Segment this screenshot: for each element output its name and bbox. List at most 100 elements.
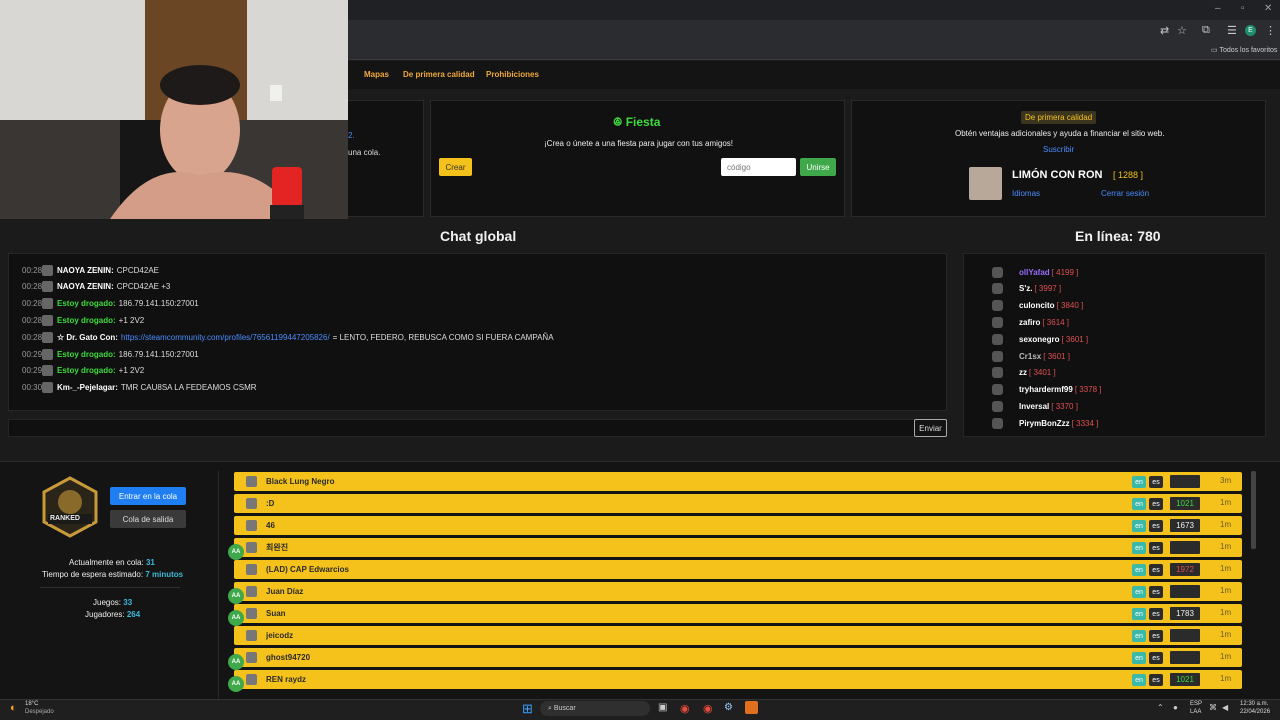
party-code-input[interactable]	[721, 158, 796, 176]
chat-username[interactable]: Estoy drogado:	[57, 299, 116, 308]
queue-player-name[interactable]: :D	[266, 499, 1242, 508]
extensions-icon[interactable]: ⧉	[1202, 24, 1210, 37]
online-user-name[interactable]: zz	[1019, 368, 1027, 377]
queue-player-name[interactable]: ghost94720	[266, 653, 1242, 662]
chat-username[interactable]: Km-_-Pejelagar:	[57, 383, 118, 392]
queue-player-name[interactable]: 46	[266, 521, 1242, 530]
profile-avatar[interactable]: E	[1245, 25, 1256, 36]
lang-bottom[interactable]: LAA	[1190, 709, 1201, 715]
queue-row[interactable]: jeicodz en es 1m	[234, 626, 1242, 645]
online-user-name[interactable]: ollYafad	[1019, 268, 1050, 277]
nav-premium[interactable]: De primera calidad	[403, 70, 475, 79]
queue-player-name[interactable]: Suan	[266, 609, 1242, 618]
tray-chevron-icon[interactable]: ⌃	[1157, 703, 1164, 712]
user-avatar[interactable]	[969, 167, 1002, 200]
chat-username[interactable]: NAOYA ZENIN:	[57, 282, 114, 291]
queue-row[interactable]: 46 en es 1673 1m	[234, 516, 1242, 535]
chat-username[interactable]: Estoy drogado:	[57, 350, 116, 359]
chrome-icon[interactable]: ◉	[680, 702, 690, 715]
languages-link[interactable]: Idiomas	[1012, 189, 1040, 198]
start-icon[interactable]: ⊞	[522, 701, 533, 717]
queue-row[interactable]: 최완진 en es 1m	[234, 538, 1242, 557]
chat-message: 00:28 NAOYA ZENIN: CPCD42AE +3	[22, 280, 170, 294]
logout-link[interactable]: Cerrar sesión	[1101, 189, 1149, 198]
maximize-icon[interactable]: ▫	[1241, 3, 1245, 14]
online-user-name[interactable]: Inversal	[1019, 402, 1049, 411]
bookmark-star-icon[interactable]: ☆	[1177, 24, 1187, 37]
menu-icon[interactable]: ⋮	[1265, 24, 1276, 37]
chat-avatar[interactable]	[42, 314, 53, 326]
nav-bans[interactable]: Prohibiciones	[486, 70, 539, 79]
chat-avatar[interactable]	[42, 264, 53, 276]
enter-queue-button[interactable]: Entrar en la cola	[110, 487, 186, 505]
online-user[interactable]: zz[ 3401 ]	[992, 366, 1056, 380]
online-user-name[interactable]: culoncito	[1019, 301, 1055, 310]
online-user[interactable]: S'z.[ 3997 ]	[992, 282, 1061, 296]
close-icon[interactable]: ✕	[1264, 3, 1272, 14]
left-card-link-fragment[interactable]: 2.	[348, 131, 355, 140]
chat-username[interactable]: ☆ Dr. Gato Con:	[57, 333, 118, 342]
online-user[interactable]: PirymBonZzz[ 3334 ]	[992, 416, 1098, 430]
online-user[interactable]: culoncito[ 3840 ]	[992, 299, 1083, 313]
game-icon[interactable]	[745, 701, 758, 714]
chat-avatar[interactable]	[42, 382, 53, 394]
chat-avatar[interactable]	[42, 281, 53, 293]
queue-row[interactable]: ghost94720 en es 1m	[234, 648, 1242, 667]
queue-player-name[interactable]: Juan Díaz	[266, 587, 1242, 596]
network-icon[interactable]: ⌘	[1209, 703, 1217, 712]
tab-search-icon[interactable]: ☰	[1227, 24, 1237, 37]
chat-avatar[interactable]	[42, 348, 53, 360]
send-button[interactable]: Enviar	[914, 419, 947, 437]
volume-icon[interactable]: ◀	[1222, 703, 1228, 712]
queue-player-name[interactable]: REN raydz	[266, 675, 1242, 684]
online-user-name[interactable]: Cr1sx	[1019, 352, 1041, 361]
task-view-icon[interactable]: ▣	[658, 702, 667, 713]
online-user-name[interactable]: tryhardermf99	[1019, 385, 1073, 394]
queue-player-name[interactable]: 최완진	[266, 542, 1242, 553]
chat-input[interactable]	[8, 419, 947, 437]
queue-row[interactable]: Black Lung Negro en es 3m	[234, 472, 1242, 491]
microphone-icon[interactable]: ●	[1173, 703, 1178, 712]
leave-queue-button[interactable]: Cola de salida	[110, 510, 186, 528]
nav-maps[interactable]: Mapas	[364, 70, 389, 79]
steam-icon[interactable]: ⚙	[724, 702, 733, 713]
queue-player-name[interactable]: jeicodz	[266, 631, 1242, 640]
chat-username[interactable]: Estoy drogado:	[57, 366, 116, 375]
chrome-profile-icon[interactable]: ◉	[703, 702, 713, 715]
online-user[interactable]: sexonegro[ 3601 ]	[992, 332, 1088, 346]
all-bookmarks-link[interactable]: ▭ Todos los favoritos	[1211, 46, 1277, 54]
online-user[interactable]: tryhardermf99[ 3378 ]	[992, 383, 1102, 397]
queue-player-name[interactable]: (LAD) CAP Edwarcios	[266, 565, 1242, 574]
queue-row[interactable]: REN raydz en es 1021 1m	[234, 670, 1242, 689]
weather-icon[interactable]: ◐	[10, 702, 17, 714]
chat-avatar[interactable]	[42, 298, 53, 310]
translate-icon[interactable]: ⇄	[1160, 24, 1169, 37]
join-party-button[interactable]: Unirse	[800, 158, 836, 176]
queue-row[interactable]: (LAD) CAP Edwarcios en es 1972 1m	[234, 560, 1242, 579]
online-user-name[interactable]: zafiro	[1019, 318, 1040, 327]
chat-username[interactable]: NAOYA ZENIN:	[57, 266, 114, 275]
online-user-name[interactable]: S'z.	[1019, 284, 1032, 293]
online-user[interactable]: Inversal[ 3370 ]	[992, 399, 1078, 413]
subscribe-link[interactable]: Suscribir	[1043, 145, 1074, 154]
queue-row[interactable]: Juan Díaz en es 1m	[234, 582, 1242, 601]
chat-link[interactable]: https://steamcommunity.com/profiles/7656…	[121, 333, 330, 342]
minimize-icon[interactable]: –	[1215, 3, 1221, 14]
chat-avatar[interactable]	[42, 365, 53, 377]
online-user-name[interactable]: sexonegro	[1019, 335, 1059, 344]
queue-row[interactable]: :D en es 1021 1m	[234, 494, 1242, 513]
online-user[interactable]: zafiro[ 3614 ]	[992, 315, 1069, 329]
online-user[interactable]: ollYafad[ 4199 ]	[992, 265, 1078, 279]
create-party-button[interactable]: Crear	[439, 158, 472, 176]
clock-time[interactable]: 12:30 a.m.	[1240, 701, 1268, 707]
online-user-name[interactable]: PirymBonZzz	[1019, 419, 1070, 428]
taskbar-search[interactable]: ⌕ Buscar	[540, 701, 650, 716]
clock-date[interactable]: 22/04/2026	[1240, 709, 1270, 715]
chat-username[interactable]: Estoy drogado:	[57, 316, 116, 325]
queue-row[interactable]: Suan en es 1783 1m	[234, 604, 1242, 623]
queue-scrollbar[interactable]	[1251, 471, 1256, 549]
queue-player-name[interactable]: Black Lung Negro	[266, 477, 1242, 486]
online-user[interactable]: Cr1sx[ 3601 ]	[992, 349, 1070, 363]
chat-avatar[interactable]	[42, 331, 53, 343]
lang-top[interactable]: ESP	[1190, 701, 1202, 707]
